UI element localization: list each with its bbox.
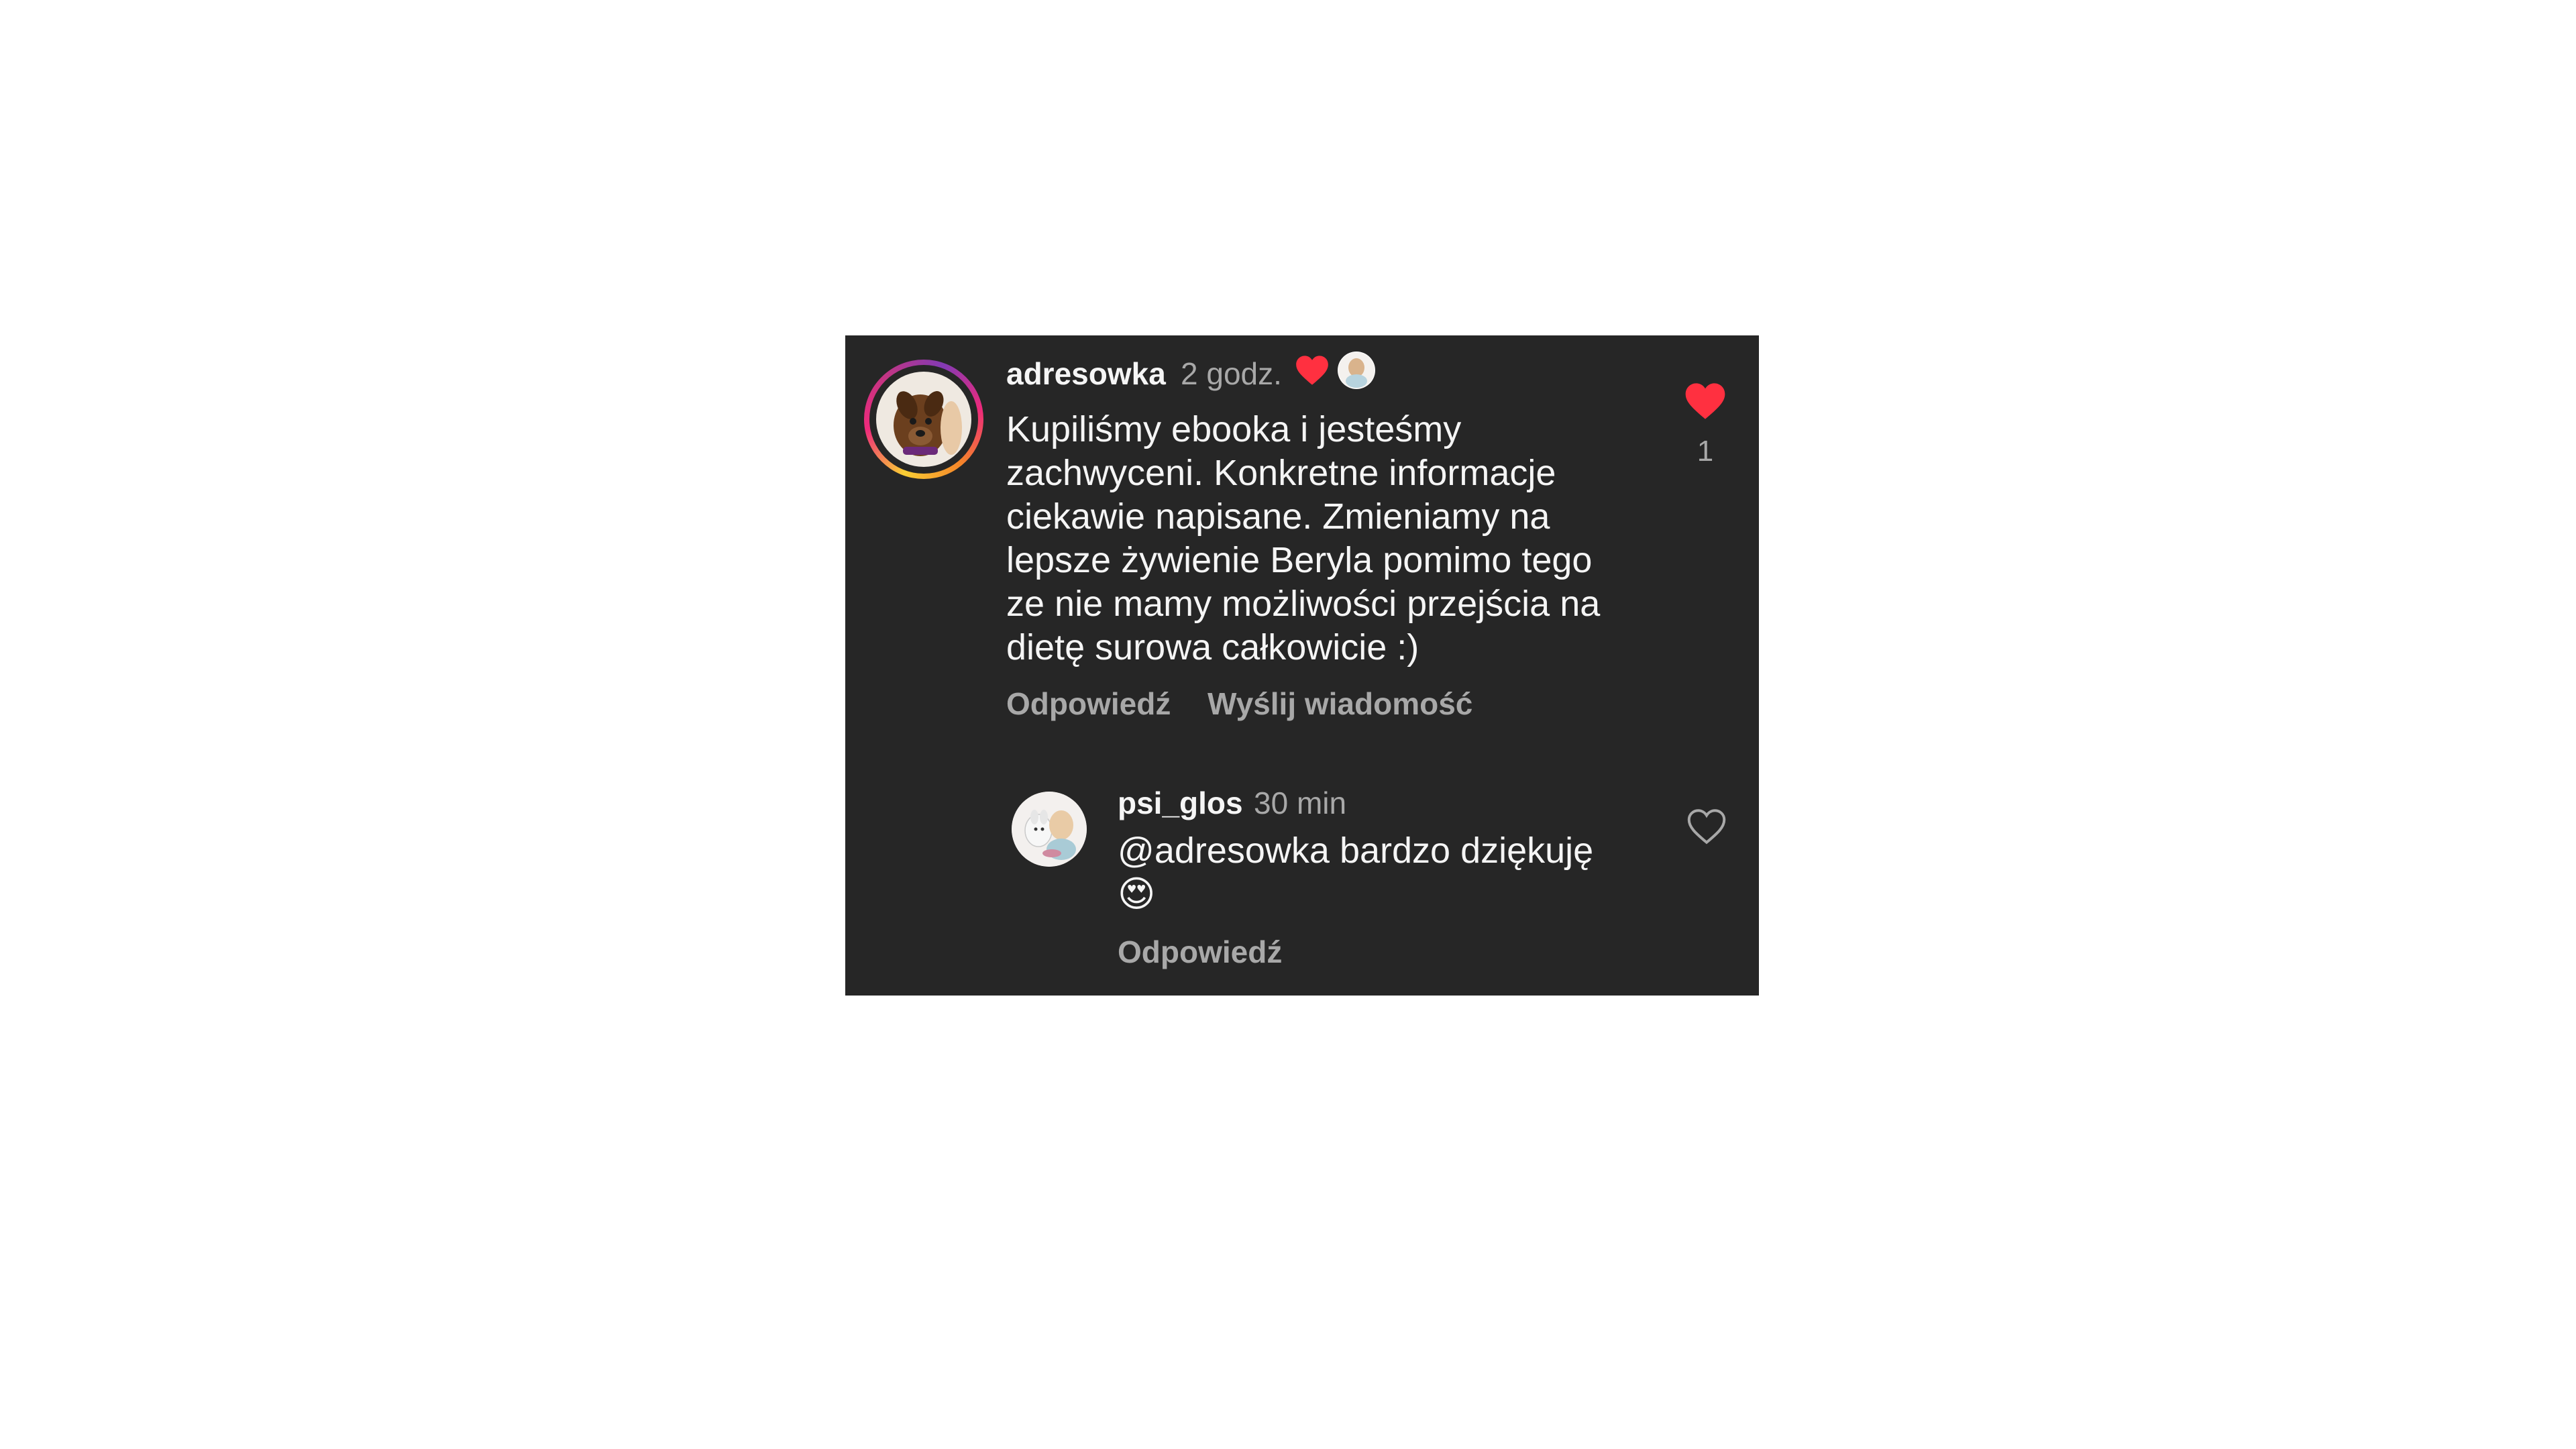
comment-username[interactable]: adresowka [1006,356,1166,392]
comment-adresowka: adresowka 2 godz. Kupiliśmy ebooka i jes… [845,335,1759,738]
send-message-button[interactable]: Wyślij wiadomość [1208,686,1472,722]
author-liked-heart-icon [1296,356,1328,385]
avatar[interactable] [1012,792,1087,867]
comment-psi-glos: psi_glos 30 min @adresowka bardzo dzięku… [845,765,1759,996]
comment-text-line: 😍 [1118,874,1156,914]
dog-girl-avatar-icon [1012,792,1087,867]
heart-outline-icon[interactable] [1686,808,1727,845]
dog-avatar-icon [894,391,962,456]
reply-button[interactable]: Odpowiedź [1006,686,1171,722]
author-avatar-mini [1338,352,1375,389]
comment-text-line: Kupiliśmy ebooka i jesteśmy [1006,409,1462,449]
reply-button[interactable]: Odpowiedź [1118,934,1282,970]
comment-text-line: @adresowka bardzo dziękuję [1118,830,1594,871]
comment-text-line: ciekawie napisane. Zmieniamy na [1006,496,1550,537]
comment-text-line: ze nie mamy możliwości przejścia na [1006,584,1601,624]
comment-username[interactable]: psi_glos [1118,785,1243,821]
avatar-story-ring[interactable] [864,360,983,479]
comment-text: @adresowka bardzo dziękuję 😍 [1118,829,1695,916]
comment-thread: adresowka 2 godz. Kupiliśmy ebooka i jes… [845,335,1759,996]
comment-text-line: zachwyceni. Konkretne informacje [1006,453,1556,493]
avatar [876,372,971,467]
like-count: 1 [1697,435,1714,468]
comment-time: 2 godz. [1181,356,1282,391]
comment-text-line: dietę surowa całkowicie :) [1006,627,1419,667]
comment-text: Kupiliśmy ebooka i jesteśmy zachwyceni. … [1006,408,1650,669]
comment-text-line: lepsze żywienie Beryla pomimo tego [1006,540,1593,580]
comment-time: 30 min [1254,786,1347,820]
heart-filled-icon[interactable] [1684,381,1727,421]
